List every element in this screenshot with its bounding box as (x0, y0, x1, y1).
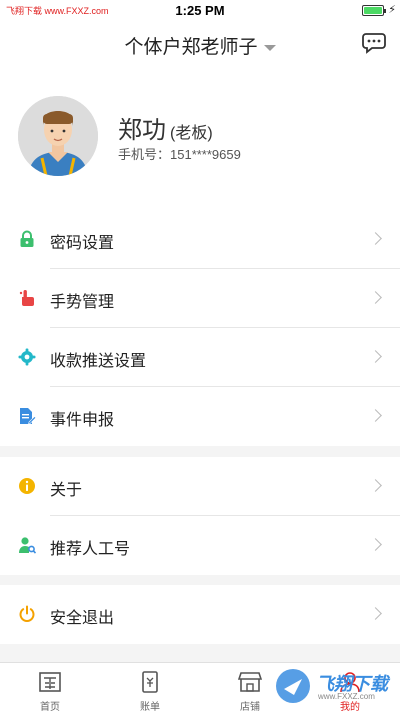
profile-card[interactable]: 郑功 (老板) 手机号：151****9659 (0, 66, 400, 210)
document-edit-icon (20, 408, 36, 425)
menu-label: 收款推送设置 (50, 353, 147, 370)
chevron-right-icon (369, 409, 382, 422)
charging-bolt-icon: ⚡ (388, 4, 396, 16)
menu-item-logout[interactable]: 安全退出 (0, 585, 400, 644)
menu-section-logout: 安全退出 (0, 585, 400, 644)
chevron-right-icon (369, 607, 382, 620)
avatar-person-icon (18, 96, 98, 176)
user-phone: 手机号：151****9659 (118, 147, 241, 162)
tab-label: 首页 (40, 702, 60, 711)
menu-label: 关于 (50, 482, 83, 499)
home-icon (39, 672, 61, 692)
gear-icon (18, 348, 36, 366)
info-icon (19, 478, 35, 494)
hand-pointer-icon (19, 290, 34, 306)
tab-home[interactable]: 首页 (0, 663, 100, 711)
chevron-right-icon (369, 232, 382, 245)
lock-icon (20, 230, 34, 247)
avatar (18, 96, 98, 176)
menu-item-gesture[interactable]: 手势管理 (0, 269, 400, 328)
store-icon (238, 672, 262, 692)
menu-label: 推荐人工号 (50, 541, 131, 558)
chevron-right-icon (369, 538, 382, 551)
bill-icon (142, 671, 158, 693)
status-bar: 飞翔下载 www.FXXZ.com 1:25 PM ⚡ (0, 0, 400, 20)
menu-label: 安全退出 (50, 610, 115, 627)
tab-bill[interactable]: 账单 (100, 663, 200, 711)
menu-item-referrer[interactable]: 推荐人工号 (0, 516, 400, 575)
battery-icon (362, 5, 386, 16)
watermark-logo: 飞翔下载 www.FXXZ.com (274, 664, 394, 708)
user-role: (老板) (170, 125, 213, 142)
chat-bubble-icon[interactable] (362, 32, 386, 54)
nav-bar: 个体户郑老师子 (0, 20, 400, 66)
nav-title: 个体户郑老师子 (124, 37, 258, 58)
watermark-sub: www.FXXZ.com (318, 692, 375, 701)
caret-down-icon (263, 44, 276, 51)
menu-label: 手势管理 (50, 294, 115, 311)
user-search-icon (19, 537, 36, 554)
menu-item-password[interactable]: 密码设置 (0, 210, 400, 269)
menu-item-about[interactable]: 关于 (0, 457, 400, 516)
chevron-right-icon (369, 350, 382, 363)
shop-switcher[interactable]: 个体户郑老师子 (0, 32, 400, 59)
status-time: 1:25 PM (175, 3, 225, 18)
power-icon (19, 605, 35, 622)
chevron-right-icon (369, 291, 382, 304)
menu-item-event-report[interactable]: 事件申报 (0, 387, 400, 446)
menu-label: 密码设置 (50, 235, 115, 252)
menu-item-payment-push[interactable]: 收款推送设置 (0, 328, 400, 387)
tab-label: 账单 (140, 702, 160, 711)
menu-label: 事件申报 (50, 412, 115, 429)
chevron-right-icon (369, 479, 382, 492)
profile-name-line: 郑功 (老板) (118, 110, 213, 145)
user-name: 郑功 (118, 117, 166, 144)
watermark-logo-icon (276, 669, 310, 703)
menu-section-security: 密码设置 手势管理 收款推送设置 事件申报 (0, 210, 400, 446)
menu-section-about: 关于 推荐人工号 (0, 457, 400, 575)
